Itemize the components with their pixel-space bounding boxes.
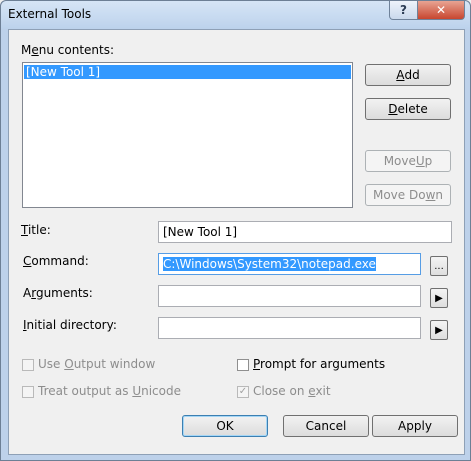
command-label: Command:	[23, 254, 89, 268]
delete-button[interactable]: Delete	[365, 98, 451, 120]
ellipsis-icon: ...	[434, 260, 444, 272]
move-up-button[interactable]: Move Up	[365, 150, 451, 172]
use-output-window-label: Use Output window	[38, 357, 156, 371]
cancel-button[interactable]: Cancel	[283, 415, 369, 437]
arguments-label: Arguments:	[23, 286, 93, 300]
initial-directory-input[interactable]	[158, 317, 421, 339]
title-bar[interactable]: External Tools ? ✕	[1, 1, 470, 29]
prompt-for-arguments-checkbox[interactable]	[237, 359, 249, 371]
arguments-macro-button[interactable]: ▶	[430, 288, 448, 308]
command-value: C:\Windows\System32\notepad.exe	[163, 257, 376, 271]
title-input[interactable]: [New Tool 1]	[158, 221, 452, 243]
treat-output-unicode-label: Treat output as Unicode	[38, 384, 181, 398]
list-item[interactable]: [New Tool 1]	[24, 65, 351, 79]
close-icon: ✕	[435, 3, 447, 17]
treat-output-unicode-checkbox[interactable]	[22, 386, 34, 398]
right-arrow-icon: ▶	[435, 324, 443, 336]
arguments-input[interactable]	[158, 285, 421, 307]
apply-button[interactable]: Apply	[372, 415, 458, 437]
command-input[interactable]: C:\Windows\System32\notepad.exe	[158, 253, 421, 275]
external-tools-dialog: External Tools ? ✕ Menu contents: [New T…	[0, 0, 471, 461]
dialog-body: Menu contents: [New Tool 1] Add Delete M…	[8, 29, 465, 455]
ok-button[interactable]: OK	[182, 415, 268, 437]
close-on-exit-label: Close on exit	[253, 384, 331, 398]
close-on-exit-checkbox[interactable]: ✓	[237, 386, 249, 398]
menu-contents-list[interactable]: [New Tool 1]	[22, 62, 353, 208]
close-button[interactable]: ✕	[417, 1, 465, 20]
initial-directory-label: Initial directory:	[23, 318, 117, 332]
right-arrow-icon: ▶	[435, 292, 443, 304]
move-down-button[interactable]: Move Do w n	[365, 184, 451, 206]
initial-directory-macro-button[interactable]: ▶	[430, 320, 448, 340]
title-label: Title:	[21, 223, 51, 237]
use-output-window-checkbox[interactable]	[22, 359, 34, 371]
help-icon: ?	[400, 3, 407, 17]
browse-button[interactable]: ...	[430, 256, 448, 276]
window-title: External Tools	[8, 7, 92, 21]
help-button[interactable]: ?	[389, 1, 418, 20]
prompt-for-arguments-label: Prompt for arguments	[253, 357, 386, 371]
menu-contents-label: Menu contents:	[21, 43, 115, 57]
checkmark-icon: ✓	[238, 386, 248, 397]
add-button[interactable]: Add	[365, 64, 451, 86]
